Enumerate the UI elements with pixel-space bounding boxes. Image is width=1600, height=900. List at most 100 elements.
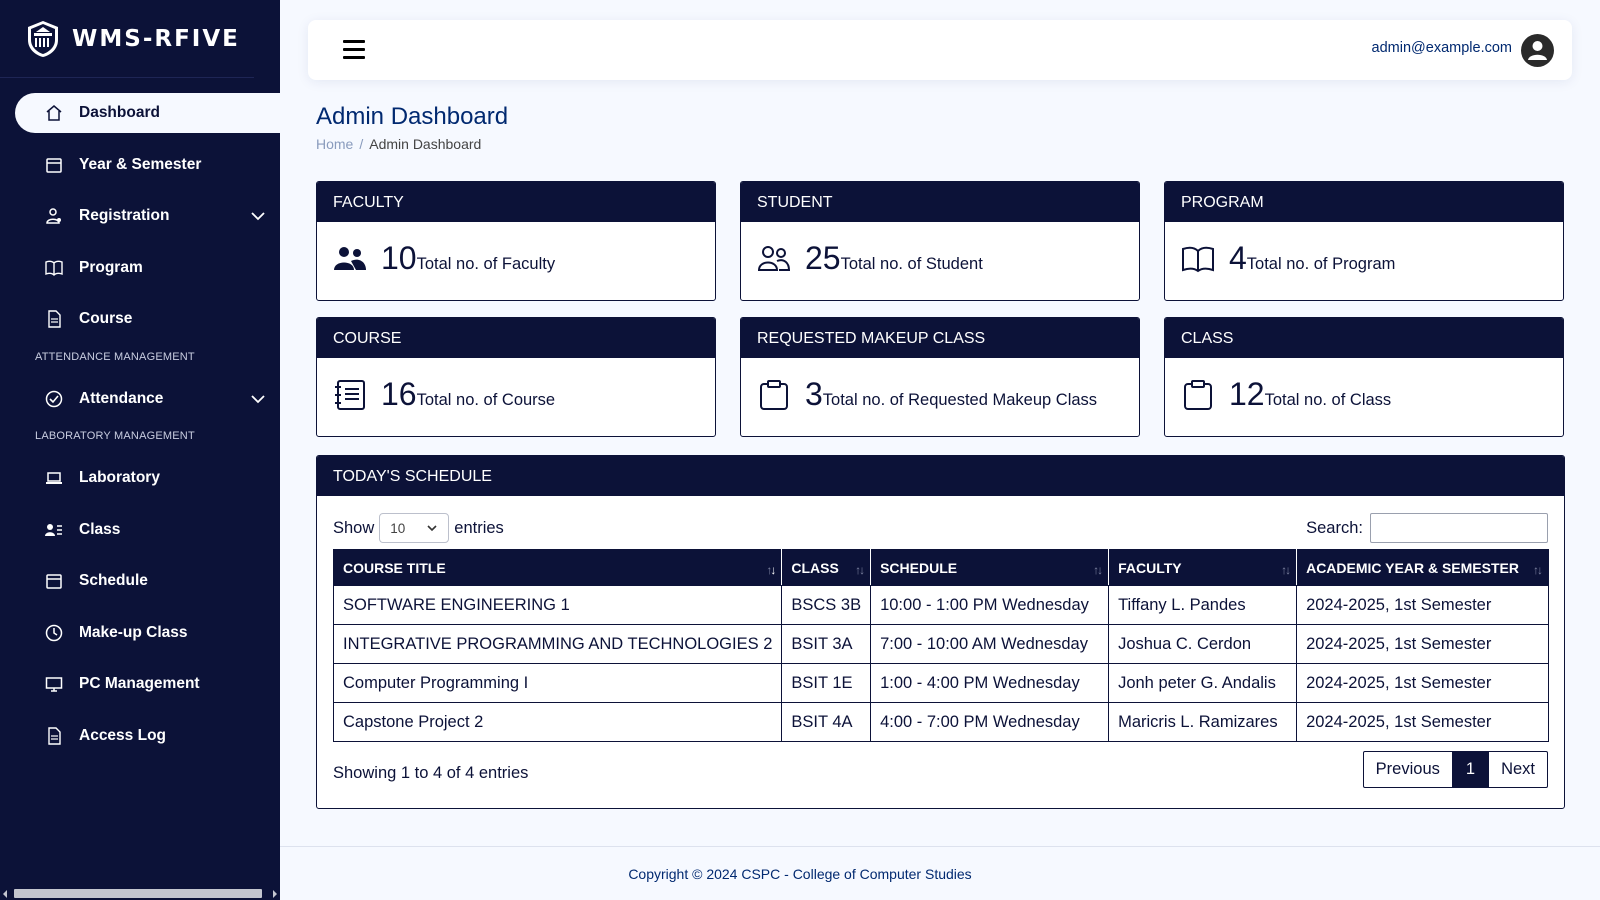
chevron-down-icon[interactable] [250, 391, 266, 407]
book-icon [1182, 246, 1214, 272]
chevron-down-icon [427, 525, 437, 532]
page-1-button[interactable]: 1 [1451, 752, 1489, 787]
cell-class: BSIT 4A [781, 702, 872, 742]
cell-course-title: SOFTWARE ENGINEERING 1 [332, 585, 783, 625]
faculty-card: FACULTY 10 Total no. of Faculty [316, 181, 716, 301]
menu-toggle-icon[interactable] [343, 40, 365, 60]
sort-icon: ↑↓ [766, 563, 776, 577]
avatar[interactable] [1521, 34, 1554, 67]
book-icon [45, 259, 63, 277]
column-header-faculty[interactable]: FACULTY ↑↓ [1108, 549, 1298, 586]
sidebar-heading-attendance: ATTENDANCE MANAGEMENT [35, 350, 195, 363]
laptop-icon [45, 469, 63, 487]
table-search: Search: [1306, 513, 1548, 543]
brand-logo[interactable]: WMS-RFIVE [0, 0, 254, 78]
chevron-down-icon[interactable] [250, 208, 266, 224]
table-row: SOFTWARE ENGINEERING 1 BSCS 3B 10:00 - 1… [332, 585, 1549, 625]
sidebar-item-label: Laboratory [79, 469, 160, 486]
sidebar-item-label: Make-up Class [79, 623, 188, 641]
sidebar-item-makeup-class[interactable]: Make-up Class [15, 613, 280, 653]
cell-schedule: 7:00 - 10:00 AM Wednesday [870, 624, 1110, 664]
column-header-academic-year[interactable]: ACADEMIC YEAR & SEMESTER ↑↓ [1296, 549, 1549, 586]
breadcrumb-home[interactable]: Home [316, 136, 353, 152]
card-label: Total no. of Program [1246, 255, 1396, 273]
search-input[interactable] [1370, 513, 1548, 543]
column-header-course-title[interactable]: COURSE TITLE ↑↓ [332, 549, 783, 586]
entries-length-control: Show 10 entries [333, 513, 504, 543]
breadcrumb-current: Admin Dashboard [369, 136, 482, 152]
house-icon [45, 104, 63, 122]
sidebar-item-year-semester[interactable]: Year & Semester [15, 145, 280, 185]
sidebar-item-attendance[interactable]: Attendance [15, 379, 280, 419]
sort-icon: ↑↓ [1093, 563, 1103, 577]
cell-course-title: Capstone Project 2 [332, 702, 783, 742]
sidebar-item-registration[interactable]: Registration [15, 196, 280, 236]
people-icon [757, 245, 791, 271]
card-title: STUDENT [741, 182, 1139, 222]
column-header-schedule[interactable]: SCHEDULE ↑↓ [870, 549, 1110, 586]
student-card: STUDENT 25 Total no. of Student [740, 181, 1140, 301]
program-card: PROGRAM 4 Total no. of Program [1164, 181, 1564, 301]
footer-copyright: Copyright © 2024 CSPC - College of Compu… [628, 866, 972, 882]
next-page-button[interactable]: Next [1488, 752, 1547, 787]
card-title: FACULTY [317, 182, 715, 222]
sidebar-item-course[interactable]: Course [15, 299, 280, 339]
card-title: REQUESTED MAKEUP CLASS [741, 318, 1139, 358]
cell-academic-year: 2024-2025, 1st Semester [1296, 624, 1549, 664]
cell-course-title: Computer Programming I [332, 663, 783, 703]
card-value: 16 [381, 376, 417, 412]
sort-icon: ↑↓ [1533, 563, 1543, 577]
cell-faculty: Joshua C. Cerdon [1108, 624, 1298, 664]
column-header-class[interactable]: CLASS ↑↓ [781, 549, 872, 586]
scroll-right-arrow-icon[interactable] [273, 890, 277, 898]
user-email[interactable]: admin@example.com [1372, 40, 1512, 56]
sidebar-item-dashboard[interactable]: Dashboard [15, 93, 280, 133]
app-name: WMS-RFIVE [72, 25, 240, 52]
sidebar-item-label: Course [79, 310, 133, 327]
cell-faculty: Jonh peter G. Andalis [1108, 663, 1298, 703]
sidebar-item-pc-management[interactable]: PC Management [15, 664, 280, 704]
sidebar-item-laboratory[interactable]: Laboratory [15, 458, 280, 498]
cell-class: BSIT 1E [781, 663, 872, 703]
course-card: COURSE 16 Total no. of Course [316, 317, 716, 437]
sidebar-item-label: Dashboard [79, 104, 160, 121]
entries-label: entries [454, 518, 504, 537]
table-row: INTEGRATIVE PROGRAMMING AND TECHNOLOGIES… [332, 624, 1549, 664]
sidebar-item-schedule[interactable]: Schedule [15, 561, 280, 601]
clipboard-icon [760, 379, 788, 410]
shield-logo-icon [28, 20, 58, 57]
cell-class: BSCS 3B [781, 585, 872, 625]
sidebar-item-program[interactable]: Program [15, 248, 280, 288]
sidebar-item-access-log[interactable]: Access Log [15, 716, 280, 756]
sidebar-horizontal-scrollbar[interactable] [0, 884, 280, 900]
entries-select-value: 10 [390, 520, 406, 536]
clipboard-icon [1184, 379, 1212, 410]
journal-text-icon [335, 379, 365, 410]
card-label: Total no. of Requested Makeup Class [822, 391, 1098, 409]
sidebar-item-label: Year & Semester [79, 155, 202, 173]
card-value: 25 [805, 240, 841, 276]
person-gear-icon [45, 207, 63, 225]
people-fill-icon [334, 246, 366, 270]
cell-faculty: Maricris L. Ramizares [1108, 702, 1298, 742]
entries-select[interactable]: 10 [379, 513, 450, 543]
sidebar-item-class[interactable]: Class [15, 510, 280, 550]
schedule-title: TODAY'S SCHEDULE [317, 456, 1564, 496]
cell-faculty: Tiffany L. Pandes [1108, 585, 1298, 625]
table-info: Showing 1 to 4 of 4 entries [333, 764, 529, 782]
top-header: admin@example.com [308, 20, 1572, 80]
pagination: Previous 1 Next [1362, 751, 1548, 788]
card-value: 4 [1229, 240, 1247, 276]
search-label: Search: [1306, 518, 1363, 537]
sidebar-nav: Dashboard Year & Semester Registration P… [0, 93, 280, 767]
todays-schedule-card: TODAY'S SCHEDULE Show 10 entries Search:… [316, 455, 1565, 809]
scroll-left-arrow-icon[interactable] [3, 890, 7, 898]
sidebar-item-label: Access Log [79, 726, 167, 744]
card-value: 3 [805, 376, 823, 412]
card-label: Total no. of Faculty [416, 255, 556, 273]
previous-page-button[interactable]: Previous [1364, 752, 1452, 787]
footer-divider [280, 846, 1600, 847]
card-value: 12 [1229, 376, 1265, 412]
scrollbar-thumb[interactable] [14, 889, 262, 898]
sort-icon: ↑↓ [855, 563, 865, 577]
